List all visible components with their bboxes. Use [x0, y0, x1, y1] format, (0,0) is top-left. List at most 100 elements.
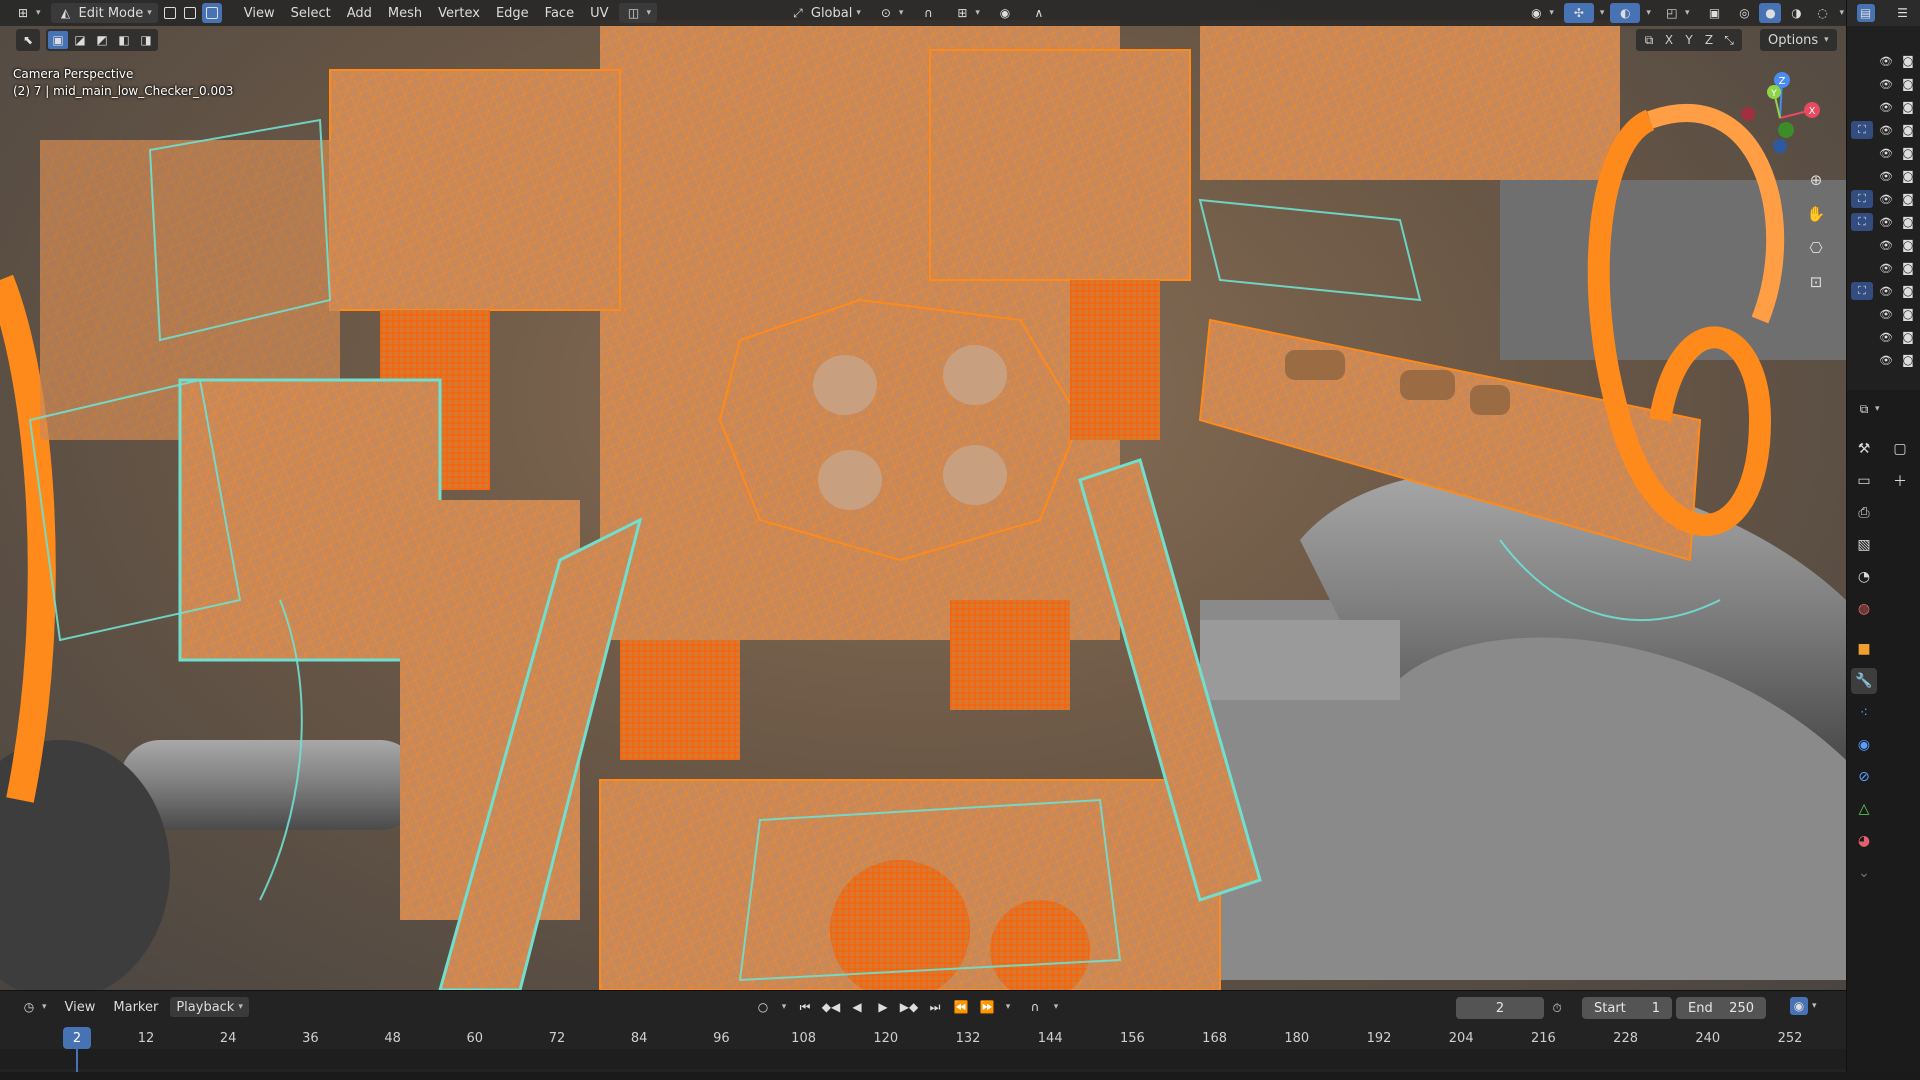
auto-key-toggle[interactable]: ○ [752, 996, 774, 1018]
outliner-row[interactable]: 👁 ◙ [1847, 73, 1920, 95]
shading-dropdown[interactable]: ▾ [1837, 3, 1846, 23]
eye-icon[interactable]: 👁 [1877, 305, 1895, 323]
next-frame-button[interactable]: ⏩ [976, 996, 998, 1018]
tab-modifiers[interactable]: 🔧 [1851, 668, 1877, 694]
outliner-row[interactable]: 👁 ◙ [1847, 96, 1920, 118]
tab-texture[interactable]: ⌄ [1851, 860, 1877, 886]
playhead[interactable]: 2 [63, 1027, 91, 1049]
tab-render[interactable]: ▭ [1851, 468, 1877, 494]
eye-icon[interactable]: 👁 [1877, 98, 1895, 116]
tab-physics[interactable]: ◉ [1851, 732, 1877, 758]
zoom-button[interactable]: ⊕ [1802, 166, 1830, 194]
outliner-row[interactable]: 👁 ◙ [1847, 50, 1920, 72]
3d-viewport[interactable]: ⊞ ▾ ◭ Edit Mode ▾ View Select Add Mesh Ve… [0, 0, 1846, 990]
gizmo-dropdown[interactable]: ▾ [1598, 3, 1607, 23]
snap-target-dropdown[interactable]: ⊞ ▾ [947, 3, 986, 23]
overlays-toggle[interactable]: ◐ [1610, 3, 1641, 23]
timeline-track[interactable] [0, 1049, 1846, 1069]
visibility-dropdown[interactable]: ◉ ▾ [1521, 3, 1560, 23]
eye-icon[interactable]: 👁 [1877, 328, 1895, 346]
topology-mirror-icon[interactable]: ⤡ [1720, 31, 1738, 49]
menu-edge[interactable]: Edge [490, 3, 535, 23]
gizmo-toggle[interactable]: ✣ [1563, 3, 1594, 23]
menu-add[interactable]: Add [341, 3, 378, 23]
uv-options-dropdown[interactable]: ◫ ▾ [618, 3, 658, 23]
select-tool-button[interactable]: ⬉ [18, 31, 38, 49]
current-frame-field[interactable]: 2 [1456, 997, 1544, 1019]
timeline-editor-type[interactable]: ◷ ▾ [14, 997, 53, 1017]
menu-mesh[interactable]: Mesh [382, 3, 428, 23]
timeline-menu-marker[interactable]: Marker [107, 997, 164, 1017]
render-camera-icon[interactable]: ◙ [1899, 190, 1917, 208]
render-camera-icon[interactable]: ◙ [1899, 144, 1917, 162]
eye-icon[interactable]: 👁 [1877, 236, 1895, 254]
keying-dropdown[interactable]: ▾ [1050, 996, 1062, 1018]
select-difference-button[interactable]: ◧ [114, 31, 134, 49]
next-keyframe-button[interactable]: ▶◆ [898, 996, 920, 1018]
menu-view[interactable]: View [238, 3, 281, 23]
render-camera-icon[interactable]: ◙ [1899, 259, 1917, 277]
edge-select-button[interactable] [182, 3, 198, 23]
render-camera-icon[interactable]: ◙ [1899, 167, 1917, 185]
eye-icon[interactable]: 👁 [1877, 351, 1895, 369]
eye-icon[interactable]: 👁 [1877, 282, 1895, 300]
xray-toggle[interactable]: ▣ [1699, 3, 1729, 23]
editor-type-button[interactable]: ⊞ ▾ [8, 3, 47, 23]
render-camera-icon[interactable]: ◙ [1899, 282, 1917, 300]
mode-dropdown[interactable]: ◭ Edit Mode ▾ [50, 3, 158, 23]
tab-view-layer[interactable]: ▧ [1851, 532, 1877, 558]
render-camera-icon[interactable]: ◙ [1899, 351, 1917, 369]
pivot-point-dropdown[interactable]: ⊙ ▾ [871, 3, 910, 23]
shading-solid[interactable]: ● [1759, 3, 1782, 23]
auto-key-dropdown[interactable]: ▾ [778, 996, 790, 1018]
object-type-icon[interactable] [1851, 98, 1873, 116]
render-camera-icon[interactable]: ◙ [1899, 52, 1917, 70]
render-camera-icon[interactable]: ◙ [1899, 213, 1917, 231]
render-camera-icon[interactable]: ◙ [1899, 98, 1917, 116]
outliner-row[interactable]: ⛶ 👁 ◙ [1847, 119, 1920, 141]
outliner-row[interactable]: ⛶ 👁 ◙ [1847, 211, 1920, 233]
menu-uv[interactable]: UV [584, 3, 614, 23]
eye-icon[interactable]: 👁 [1877, 52, 1895, 70]
eye-icon[interactable]: 👁 [1877, 167, 1895, 185]
object-type-icon[interactable]: ⛶ [1851, 213, 1873, 231]
tab-data[interactable]: △ [1851, 796, 1877, 822]
proportional-edit-toggle[interactable]: ◉ [990, 3, 1020, 23]
start-frame-field[interactable]: Start 1 [1582, 997, 1672, 1019]
tab-object[interactable]: ■ [1851, 636, 1877, 662]
render-camera-icon[interactable]: ◙ [1899, 75, 1917, 93]
object-type-icon[interactable] [1851, 167, 1873, 185]
outliner-row[interactable]: 👁 ◙ [1847, 349, 1920, 371]
tab-constraints[interactable]: ⊘ [1851, 764, 1877, 790]
object-type-icon[interactable] [1851, 52, 1873, 70]
camera-view-button[interactable]: ⎔ [1802, 234, 1830, 262]
mesh-overlays-dropdown[interactable]: ◰ ▾ [1657, 3, 1696, 23]
overlays-dropdown[interactable]: ▾ [1644, 3, 1653, 23]
render-camera-icon[interactable]: ◙ [1899, 328, 1917, 346]
eye-icon[interactable]: 👁 [1877, 259, 1895, 277]
menu-select[interactable]: Select [285, 3, 337, 23]
lock-camera-button[interactable]: ⊡ [1802, 268, 1830, 296]
outliner-row[interactable]: 👁 ◙ [1847, 326, 1920, 348]
playback-dropdown[interactable]: ▾ [1002, 996, 1014, 1018]
timeline-menu-view[interactable]: View [59, 997, 102, 1017]
select-new-button[interactable]: ▣ [48, 31, 68, 49]
outliner-row[interactable]: ⛶ 👁 ◙ [1847, 188, 1920, 210]
add-panel-button[interactable]: ＋ [1887, 468, 1913, 494]
tab-output[interactable]: ⎙ [1851, 500, 1877, 526]
vertex-select-button[interactable] [162, 3, 178, 23]
object-type-icon[interactable]: ⛶ [1851, 121, 1873, 139]
transform-orientation-dropdown[interactable]: ⤢ Global ▾ [783, 3, 867, 23]
mirror-z-toggle[interactable]: Z [1700, 33, 1718, 47]
object-type-icon[interactable] [1851, 328, 1873, 346]
select-extend-button[interactable]: ◪ [70, 31, 90, 49]
outliner-display-icon[interactable]: ▤ [1856, 4, 1875, 22]
outliner-row[interactable]: 👁 ◙ [1847, 257, 1920, 279]
outliner-row[interactable]: 👁 ◙ [1847, 234, 1920, 256]
face-select-button[interactable] [201, 3, 222, 23]
render-camera-icon[interactable]: ◙ [1899, 121, 1917, 139]
outliner-row[interactable]: 👁 ◙ [1847, 303, 1920, 325]
outliner-row[interactable]: 👁 ◙ [1847, 165, 1920, 187]
render-camera-icon[interactable]: ◙ [1899, 236, 1917, 254]
mirror-y-toggle[interactable]: Y [1680, 33, 1698, 47]
